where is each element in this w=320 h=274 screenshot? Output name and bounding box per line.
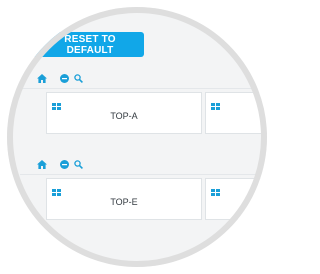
screenshot-stage: RESET TO DEFAULT TOP-A TOP-E [0, 0, 274, 274]
magnifier-lens-ring [7, 7, 267, 267]
